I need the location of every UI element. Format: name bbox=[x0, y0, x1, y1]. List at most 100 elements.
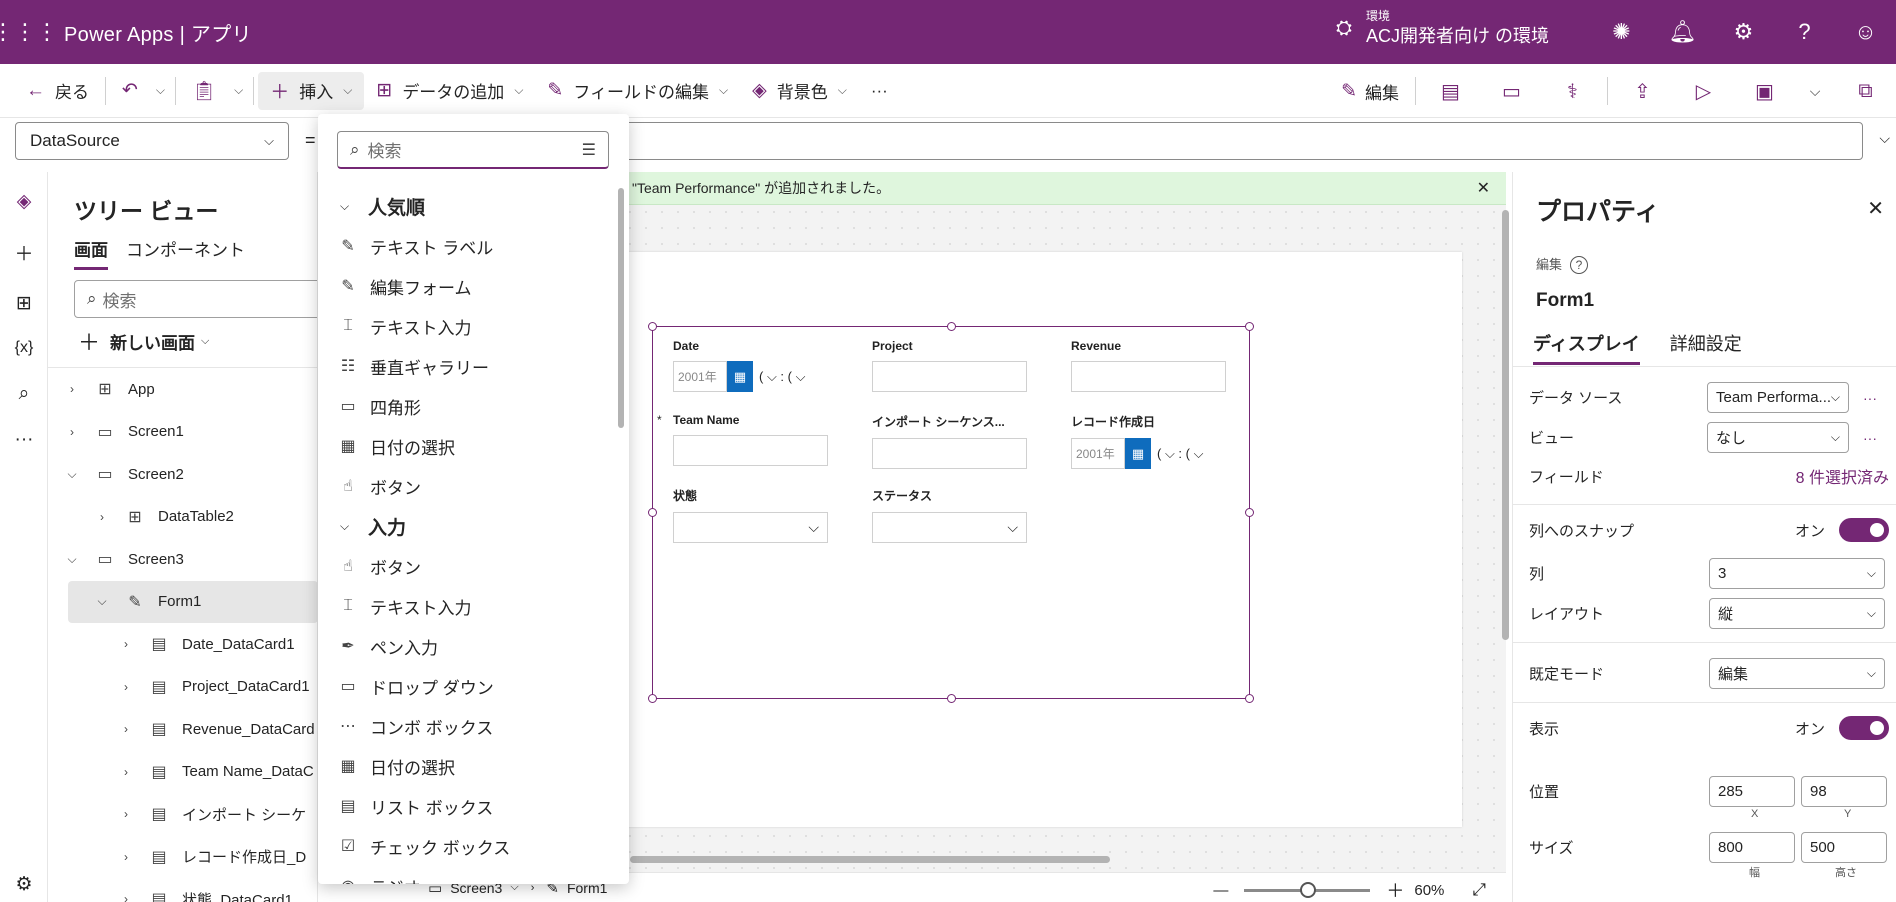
help-icon[interactable]: ? bbox=[1774, 19, 1835, 45]
status2-datacard[interactable]: ステータス ⌵ bbox=[872, 487, 1027, 543]
bell-icon[interactable]: 🔔︎ bbox=[1652, 19, 1713, 45]
insert-item-radio[interactable]: ◉ ラジオ bbox=[318, 866, 618, 884]
help-icon[interactable]: ? bbox=[1570, 256, 1589, 274]
snap-toggle[interactable]: オン bbox=[1795, 518, 1889, 542]
comment-icon[interactable]: ▭ bbox=[1481, 79, 1542, 104]
tab-screens[interactable]: 画面 bbox=[74, 236, 108, 270]
fit-to-screen-icon[interactable]: ⤢ bbox=[1472, 880, 1486, 900]
tree-item-datatable2[interactable]: › ⊞ DataTable2 bbox=[48, 496, 317, 539]
time-selectors[interactable]: ( ⌵ : ( ⌵ bbox=[759, 369, 805, 385]
resize-handle[interactable] bbox=[1245, 322, 1254, 331]
resize-handle[interactable] bbox=[1245, 694, 1254, 703]
tab-display[interactable]: ディスプレイ bbox=[1533, 330, 1640, 365]
chevron-down-icon[interactable]: ⌵ bbox=[1879, 130, 1890, 147]
chevron-down-icon[interactable]: ⌵ bbox=[1795, 83, 1835, 100]
resize-handle[interactable] bbox=[947, 322, 956, 331]
back-button[interactable]: ← 戻る bbox=[14, 72, 101, 110]
edit-button[interactable]: ✎ 編集 bbox=[1329, 79, 1411, 104]
project-input[interactable] bbox=[872, 361, 1027, 392]
visible-toggle[interactable]: オン bbox=[1795, 716, 1889, 740]
date-datacard[interactable]: Date 2001年 ▦ ( ⌵ : ( ⌵ bbox=[673, 339, 805, 392]
canvas-vertical-scrollbar[interactable] bbox=[1502, 210, 1509, 640]
insert-item-edit-form[interactable]: ✎ 編集フォーム bbox=[318, 266, 618, 306]
plus-icon[interactable]: ＋ bbox=[0, 239, 48, 266]
toggle-switch[interactable] bbox=[1839, 716, 1889, 740]
project-datacard[interactable]: Project bbox=[872, 339, 1027, 392]
tree-item-datacard[interactable]: › ▤ Team Name_DataC bbox=[48, 751, 317, 794]
zoom-slider-thumb[interactable] bbox=[1300, 881, 1317, 898]
properties-pane-icon[interactable]: ▤ bbox=[1420, 79, 1481, 104]
insert-item-dropdown[interactable]: ▭ ドロップ ダウン bbox=[318, 666, 618, 706]
status2-dropdown[interactable]: ⌵ bbox=[872, 512, 1027, 543]
tab-components[interactable]: コンポーネント bbox=[126, 236, 245, 270]
copilot-icon[interactable]: ✺ bbox=[1591, 19, 1652, 45]
app-checker-icon[interactable]: ⚕ bbox=[1542, 79, 1603, 104]
tree-item-datacard[interactable]: › ▤ Date_DataCard1 bbox=[48, 623, 317, 666]
environment-picker[interactable]: ⛭ 環境 ACJ開発者向け の環境 bbox=[1336, 8, 1549, 48]
import-sequence-input[interactable] bbox=[872, 438, 1027, 469]
date-picker[interactable]: 2001年 ▦ ( ⌵ : ( ⌵ bbox=[673, 361, 805, 392]
tree-item-datacard[interactable]: › ▤ 状態_DataCard1 bbox=[48, 878, 317, 902]
tree-item-datacard[interactable]: › ▤ Revenue_DataCard bbox=[48, 708, 317, 751]
revenue-input[interactable] bbox=[1071, 361, 1226, 392]
layout-dropdown[interactable]: 縦 ⌵ bbox=[1709, 598, 1885, 629]
resize-handle[interactable] bbox=[648, 322, 657, 331]
fields-link[interactable]: 8 件選択済み bbox=[1796, 464, 1889, 488]
more-icon[interactable]: ··· bbox=[1863, 430, 1877, 446]
record-created-picker[interactable]: 2001年 ▦ ( ⌵ : ( ⌵ bbox=[1071, 438, 1203, 469]
settings-icon[interactable]: ⚙ bbox=[0, 873, 48, 896]
undo-menu-button[interactable]: ⌵ bbox=[150, 72, 171, 110]
share-icon[interactable]: ⇪ bbox=[1612, 79, 1673, 104]
resize-handle[interactable] bbox=[947, 694, 956, 703]
insert-item-button[interactable]: ☝ ボタン bbox=[318, 546, 618, 586]
tree-item-app[interactable]: › ⊞ App bbox=[48, 368, 317, 411]
tree-item-datacard[interactable]: › ▤ インポート シーケ bbox=[48, 793, 317, 836]
insert-item-vertical-gallery[interactable]: ☷ 垂直ギャラリー bbox=[318, 346, 618, 386]
zoom-in-button[interactable]: ＋ bbox=[1386, 877, 1404, 902]
close-icon[interactable]: ✕ bbox=[1477, 178, 1490, 198]
section-popular[interactable]: ⌵ 人気順 bbox=[318, 186, 618, 226]
paste-menu-button[interactable]: ⌵ bbox=[228, 72, 249, 110]
user-icon[interactable]: ☺ bbox=[1835, 19, 1896, 45]
status-dropdown[interactable]: ⌵ bbox=[673, 512, 828, 543]
property-dropdown[interactable]: DataSource ⌵ bbox=[15, 122, 289, 160]
data-icon[interactable]: ⊞ bbox=[0, 292, 48, 315]
revenue-datacard[interactable]: Revenue bbox=[1071, 339, 1226, 392]
app-launcher-icon[interactable]: ⋮⋮⋮ bbox=[0, 0, 58, 64]
date-value[interactable]: 2001年 bbox=[1071, 438, 1125, 469]
filter-icon[interactable]: ☰ bbox=[582, 140, 596, 160]
more-commands-button[interactable]: ··· bbox=[859, 72, 900, 110]
more-icon[interactable]: ··· bbox=[1863, 390, 1877, 406]
insert-item-date-picker[interactable]: ▦ 日付の選択 bbox=[318, 746, 618, 786]
toggle-switch[interactable] bbox=[1839, 518, 1889, 542]
publish-icon[interactable]: ⧉ bbox=[1835, 80, 1896, 103]
team-name-input[interactable] bbox=[673, 435, 828, 466]
layers-icon[interactable]: ◈ bbox=[0, 190, 48, 213]
insert-item-text-input[interactable]: ⌶ テキスト入力 bbox=[318, 586, 618, 626]
team-name-datacard[interactable]: * Team Name bbox=[657, 413, 828, 466]
tree-search-input[interactable]: ⌕ 検索 bbox=[74, 280, 317, 318]
variables-icon[interactable]: {x} bbox=[0, 339, 48, 357]
insert-item-checkbox[interactable]: ☑ チェック ボックス bbox=[318, 826, 618, 866]
undo-button[interactable]: ↶ bbox=[110, 72, 150, 110]
insert-item-date-picker[interactable]: ▦ 日付の選択 bbox=[318, 426, 618, 466]
position-y-input[interactable]: 98 bbox=[1801, 776, 1887, 807]
calendar-icon[interactable]: ▦ bbox=[727, 361, 753, 392]
position-x-input[interactable]: 285 bbox=[1709, 776, 1795, 807]
tree-item-screen1[interactable]: › ▭ Screen1 bbox=[48, 411, 317, 454]
insert-item-button[interactable]: ☝ ボタン bbox=[318, 466, 618, 506]
time-selectors[interactable]: ( ⌵ : ( ⌵ bbox=[1157, 446, 1203, 462]
save-icon[interactable]: ▣ bbox=[1734, 79, 1795, 104]
default-mode-dropdown[interactable]: 編集 ⌵ bbox=[1709, 658, 1885, 689]
width-input[interactable]: 800 bbox=[1709, 832, 1795, 863]
insert-item-text-label[interactable]: ✎ テキスト ラベル bbox=[318, 226, 618, 266]
insert-item-combo-box[interactable]: ⋯ コンボ ボックス bbox=[318, 706, 618, 746]
insert-button[interactable]: ＋ 挿入 ⌵ bbox=[258, 71, 365, 110]
search-icon[interactable]: ⌕ bbox=[0, 383, 48, 405]
tree-item-form1[interactable]: ⌵ ✎ Form1 bbox=[68, 580, 317, 623]
status-datacard[interactable]: 状態 ⌵ bbox=[673, 487, 828, 543]
tree-item-screen3[interactable]: ⌵ ▭ Screen3 bbox=[48, 538, 317, 581]
gear-icon[interactable]: ⚙ bbox=[1713, 19, 1774, 45]
add-data-button[interactable]: ⊞ データの追加 ⌵ bbox=[364, 72, 535, 110]
resize-handle[interactable] bbox=[648, 694, 657, 703]
